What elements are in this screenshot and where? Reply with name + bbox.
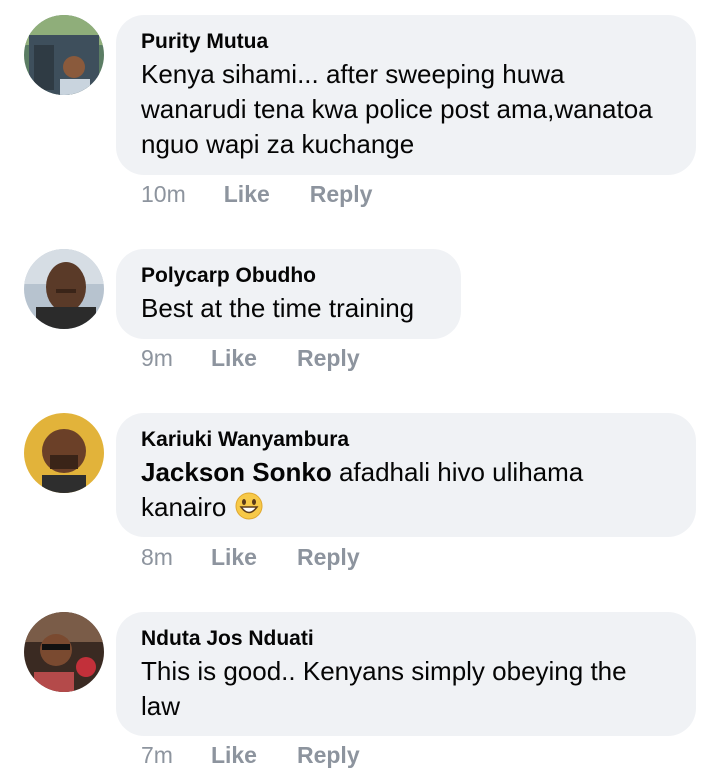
comment-bubble: Polycarp Obudho Best at the time trainin… <box>116 249 461 339</box>
reply-button[interactable]: Reply <box>297 544 360 571</box>
comment-timestamp[interactable]: 10m <box>141 181 186 208</box>
comment-bubble: Purity Mutua Kenya sihami... after sweep… <box>116 15 696 175</box>
comment-text: Best at the time training <box>141 293 415 323</box>
avatar-photo <box>24 612 104 692</box>
comment-actions: 8m Like Reply <box>141 544 400 571</box>
like-button[interactable]: Like <box>211 544 257 571</box>
grinning-face-icon <box>234 491 264 521</box>
comment-timestamp[interactable]: 7m <box>141 742 173 769</box>
comment-text: This is good.. Kenyans simply obeying th… <box>141 656 627 721</box>
comment-author[interactable]: Nduta Jos Nduati <box>141 626 671 652</box>
like-button[interactable]: Like <box>211 742 257 769</box>
comment-bubble: Kariuki Wanyambura Jackson Sonko afadhal… <box>116 413 696 537</box>
reply-button[interactable]: Reply <box>310 181 373 208</box>
comment-author[interactable]: Polycarp Obudho <box>141 263 436 289</box>
avatar-photo <box>24 413 104 493</box>
comment-actions: 7m Like Reply <box>141 742 400 769</box>
avatar-photo <box>24 15 104 95</box>
comment-timestamp[interactable]: 9m <box>141 345 173 372</box>
like-button[interactable]: Like <box>211 345 257 372</box>
avatar-photo <box>24 249 104 329</box>
comment-author[interactable]: Kariuki Wanyambura <box>141 427 671 453</box>
comment-actions: 9m Like Reply <box>141 345 400 372</box>
avatar[interactable] <box>24 413 104 493</box>
avatar[interactable] <box>24 15 104 95</box>
like-button[interactable]: Like <box>224 181 270 208</box>
avatar[interactable] <box>24 612 104 692</box>
mention-link[interactable]: Jackson Sonko <box>141 457 332 487</box>
comment-text: Kenya sihami... after sweeping huwa wana… <box>141 59 653 159</box>
comment-actions: 10m Like Reply <box>141 181 412 208</box>
comment-bubble: Nduta Jos Nduati This is good.. Kenyans … <box>116 612 696 736</box>
reply-button[interactable]: Reply <box>297 345 360 372</box>
reply-button[interactable]: Reply <box>297 742 360 769</box>
comment-timestamp[interactable]: 8m <box>141 544 173 571</box>
comment-author[interactable]: Purity Mutua <box>141 29 671 55</box>
comment-text: Jackson Sonko afadhali hivo ulihama kana… <box>141 455 671 525</box>
avatar[interactable] <box>24 249 104 329</box>
